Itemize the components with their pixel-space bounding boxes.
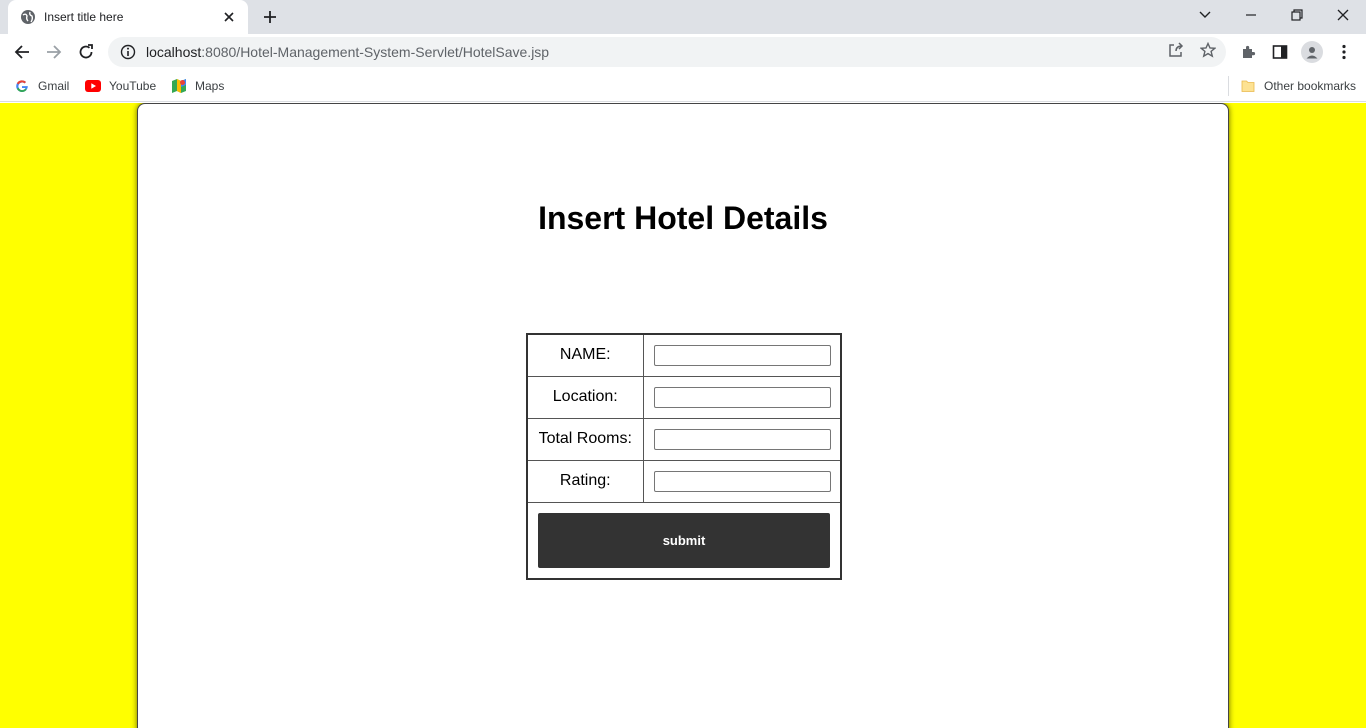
folder-icon <box>1240 78 1256 94</box>
form-row-rating: Rating: <box>526 459 842 503</box>
bookmark-maps[interactable]: Maps <box>171 76 224 96</box>
form-row-name: NAME: <box>526 333 842 377</box>
tab-title: Insert title here <box>44 10 124 24</box>
side-panel-icon[interactable] <box>1266 38 1294 66</box>
maps-icon <box>171 78 187 94</box>
name-input[interactable] <box>653 344 831 366</box>
avatar-icon <box>1301 41 1323 63</box>
menu-kebab-icon[interactable] <box>1330 38 1358 66</box>
url-text: localhost:8080/Hotel-Management-System-S… <box>146 44 549 60</box>
new-tab-button[interactable] <box>258 5 282 29</box>
google-icon <box>14 78 30 94</box>
bookmark-star-icon[interactable] <box>1196 38 1220 62</box>
bookmark-label: Maps <box>195 79 225 93</box>
rating-label: Rating: <box>526 459 644 503</box>
info-icon[interactable] <box>120 44 136 60</box>
browser-tab[interactable]: Insert title here <box>8 0 248 34</box>
rating-input[interactable] <box>653 470 831 492</box>
total-rooms-input[interactable] <box>653 428 831 450</box>
browser-toolbar: localhost:8080/Hotel-Management-System-S… <box>0 34 1366 70</box>
bookmark-label: Gmail <box>38 79 70 93</box>
name-label: NAME: <box>526 333 644 377</box>
address-bar[interactable]: localhost:8080/Hotel-Management-System-S… <box>108 37 1226 67</box>
url-host: localhost <box>146 44 202 60</box>
tab-strip: Insert title here <box>0 0 1366 34</box>
location-input[interactable] <box>653 386 831 408</box>
reload-button[interactable] <box>72 38 100 66</box>
hotel-form: NAME: Location: Total Rooms: Rating: sub… <box>526 333 842 580</box>
bookmark-youtube[interactable]: YouTube <box>85 76 156 96</box>
other-bookmarks[interactable]: Other bookmarks <box>1240 76 1356 96</box>
extensions-icon[interactable] <box>1234 38 1262 66</box>
content-card: Insert Hotel Details NAME: Location: Tot… <box>137 103 1229 728</box>
globe-icon <box>20 9 36 25</box>
forward-button[interactable] <box>40 38 68 66</box>
share-icon[interactable] <box>1164 38 1188 62</box>
profile-button[interactable] <box>1298 38 1326 66</box>
page-title: Insert Hotel Details <box>538 200 828 236</box>
back-button[interactable] <box>8 38 36 66</box>
form-row-location: Location: <box>526 375 842 419</box>
page-viewport: Insert Hotel Details NAME: Location: Tot… <box>0 103 1366 728</box>
bookmarks-separator <box>1228 76 1229 96</box>
bookmark-label: YouTube <box>109 79 157 93</box>
location-label: Location: <box>526 375 644 419</box>
tab-search-icon[interactable] <box>1182 0 1228 30</box>
submit-button[interactable]: submit <box>538 512 830 568</box>
restore-icon[interactable] <box>1274 0 1320 30</box>
other-bookmarks-label: Other bookmarks <box>1264 79 1357 93</box>
bookmark-gmail[interactable]: Gmail <box>14 76 69 96</box>
url-path: :8080/Hotel-Management-System-Servlet/Ho… <box>201 44 550 60</box>
close-window-icon[interactable] <box>1320 0 1366 30</box>
form-row-submit: submit <box>526 501 842 579</box>
close-tab-icon[interactable] <box>220 8 238 26</box>
minimize-icon[interactable] <box>1228 0 1274 30</box>
bookmarks-bar: Gmail YouTube Maps Other bookmarks <box>0 70 1366 102</box>
youtube-icon <box>85 78 101 94</box>
total-rooms-label: Total Rooms: <box>526 417 644 461</box>
form-row-total-rooms: Total Rooms: <box>526 417 842 461</box>
